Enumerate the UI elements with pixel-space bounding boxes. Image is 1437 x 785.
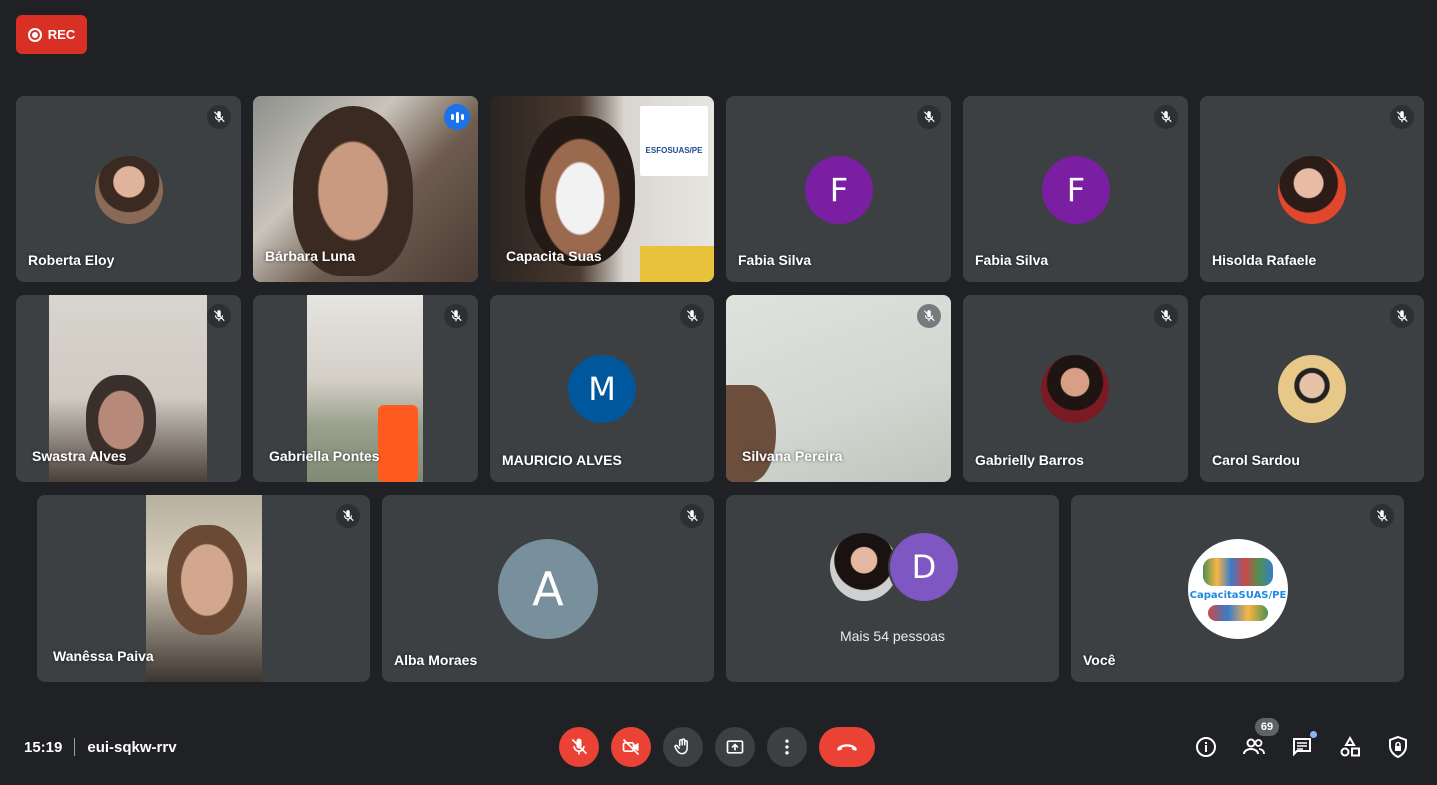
- avatar: D: [890, 533, 958, 601]
- participant-tile[interactable]: Hisolda Rafaele: [1200, 96, 1424, 282]
- logo-text: CapacitaSUAS/PE: [1189, 589, 1287, 601]
- mic-off-icon: [1154, 105, 1178, 129]
- shield-lock-icon: [1389, 735, 1407, 759]
- participant-name: Roberta Eloy: [28, 252, 115, 268]
- recording-badge: REC: [16, 15, 87, 54]
- participant-name: Capacita Suas: [506, 248, 602, 264]
- avatar: F: [1042, 156, 1110, 224]
- avatar: [1041, 355, 1109, 423]
- more-vert-icon: [785, 739, 789, 755]
- people-count-badge: 69: [1255, 718, 1279, 736]
- participant-tile[interactable]: Gabrielly Barros: [963, 295, 1188, 482]
- mic-off-icon: [1390, 105, 1414, 129]
- banner-text: ESFOSUAS/PE: [645, 146, 703, 155]
- mic-off-icon: [680, 504, 704, 528]
- participant-name: Hisolda Rafaele: [1212, 252, 1317, 268]
- host-controls-button[interactable]: [1385, 734, 1411, 760]
- recording-label: REC: [47, 27, 76, 42]
- video-face: [167, 525, 247, 635]
- chat-icon: [1293, 738, 1311, 757]
- self-tile[interactable]: CapacitaSUAS/PE Você: [1071, 495, 1404, 682]
- participant-name: Fabia Silva: [975, 252, 1049, 268]
- mic-off-icon: [1370, 504, 1394, 528]
- video-clothing: [640, 246, 714, 282]
- video-face: [525, 116, 635, 266]
- mic-off-icon: [571, 738, 588, 755]
- camera-off-icon: [622, 738, 640, 756]
- leave-call-button[interactable]: [819, 727, 875, 767]
- record-icon: [27, 27, 42, 42]
- mic-off-icon: [680, 304, 704, 328]
- participant-tile[interactable]: F Fabia Silva: [726, 96, 951, 282]
- mic-off-icon: [1154, 304, 1178, 328]
- mic-off-icon: [444, 304, 468, 328]
- video-phone: [378, 405, 418, 482]
- participant-tile[interactable]: Wanêssa Paiva: [37, 495, 370, 682]
- participant-name: Você: [1083, 652, 1116, 668]
- avatar: A: [498, 539, 598, 639]
- participant-name: Swastra Alves: [32, 448, 127, 464]
- participant-name: Bárbara Luna: [265, 248, 356, 264]
- logo-avatar: CapacitaSUAS/PE: [1188, 539, 1288, 639]
- more-people-label: Mais 54 pessoas: [839, 628, 946, 644]
- avatar: F: [805, 156, 873, 224]
- mic-toggle-button[interactable]: [559, 727, 599, 767]
- chat-button[interactable]: [1289, 731, 1317, 760]
- participant-name: Gabrielly Barros: [975, 452, 1084, 468]
- participant-tile[interactable]: Roberta Eloy: [16, 96, 241, 282]
- background-banner: ESFOSUAS/PE: [640, 106, 708, 176]
- present-icon: [726, 740, 744, 754]
- mic-off-icon: [917, 105, 941, 129]
- participant-name: MAURICIO ALVES: [502, 452, 622, 468]
- avatar: M: [568, 355, 636, 423]
- meeting-time: 15:19: [24, 738, 63, 756]
- mic-off-icon: [917, 304, 941, 328]
- shapes-icon: [1340, 735, 1360, 757]
- people-button[interactable]: [1241, 734, 1267, 760]
- raise-hand-button[interactable]: [663, 727, 703, 767]
- activities-button[interactable]: [1337, 734, 1363, 760]
- participant-tile[interactable]: Silvana Pereira: [726, 295, 951, 482]
- participant-tile[interactable]: M MAURICIO ALVES: [490, 295, 714, 482]
- people-icon: [1243, 738, 1265, 755]
- mic-off-icon: [1390, 304, 1414, 328]
- mic-off-icon: [336, 504, 360, 528]
- mic-off-icon: [207, 304, 231, 328]
- camera-toggle-button[interactable]: [611, 727, 651, 767]
- participant-tile[interactable]: A Alba Moraes: [382, 495, 714, 682]
- avatar: [95, 156, 163, 224]
- info-icon: [1196, 737, 1216, 757]
- participant-tile[interactable]: Bárbara Luna: [253, 96, 478, 282]
- call-end-icon: [837, 744, 857, 751]
- notification-dot: [1310, 731, 1317, 738]
- avatar: [830, 533, 898, 601]
- more-people-tile[interactable]: D Mais 54 pessoas: [726, 495, 1059, 682]
- speaking-indicator-icon: [444, 104, 470, 130]
- participant-tile[interactable]: Carol Sardou: [1200, 295, 1424, 482]
- participant-tile[interactable]: F Fabia Silva: [963, 96, 1188, 282]
- participant-tile[interactable]: ESFOSUAS/PE Capacita Suas: [490, 96, 714, 282]
- mic-off-icon: [207, 105, 231, 129]
- logo-flags-bottom: [1208, 604, 1268, 621]
- avatar: [1278, 156, 1346, 224]
- participant-name: Carol Sardou: [1212, 452, 1300, 468]
- participant-tile[interactable]: Swastra Alves: [16, 295, 241, 482]
- participant-name: Fabia Silva: [738, 252, 812, 268]
- hand-icon: [674, 738, 688, 755]
- logo-flags: [1203, 557, 1273, 586]
- more-options-button[interactable]: [767, 727, 807, 767]
- participant-name: Gabriella Pontes: [269, 448, 380, 464]
- participant-tile[interactable]: Gabriella Pontes: [253, 295, 478, 482]
- meeting-code: eui-sqkw-rrv: [87, 738, 177, 756]
- present-screen-button[interactable]: [715, 727, 755, 767]
- meeting-info: 15:19 eui-sqkw-rrv: [24, 738, 177, 756]
- avatar: [1278, 355, 1346, 423]
- participant-name: Wanêssa Paiva: [53, 648, 154, 664]
- meeting-details-button[interactable]: [1193, 734, 1219, 760]
- divider: [74, 738, 76, 756]
- video-face: [726, 385, 776, 482]
- participant-name: Alba Moraes: [394, 652, 478, 668]
- participant-name: Silvana Pereira: [742, 448, 843, 464]
